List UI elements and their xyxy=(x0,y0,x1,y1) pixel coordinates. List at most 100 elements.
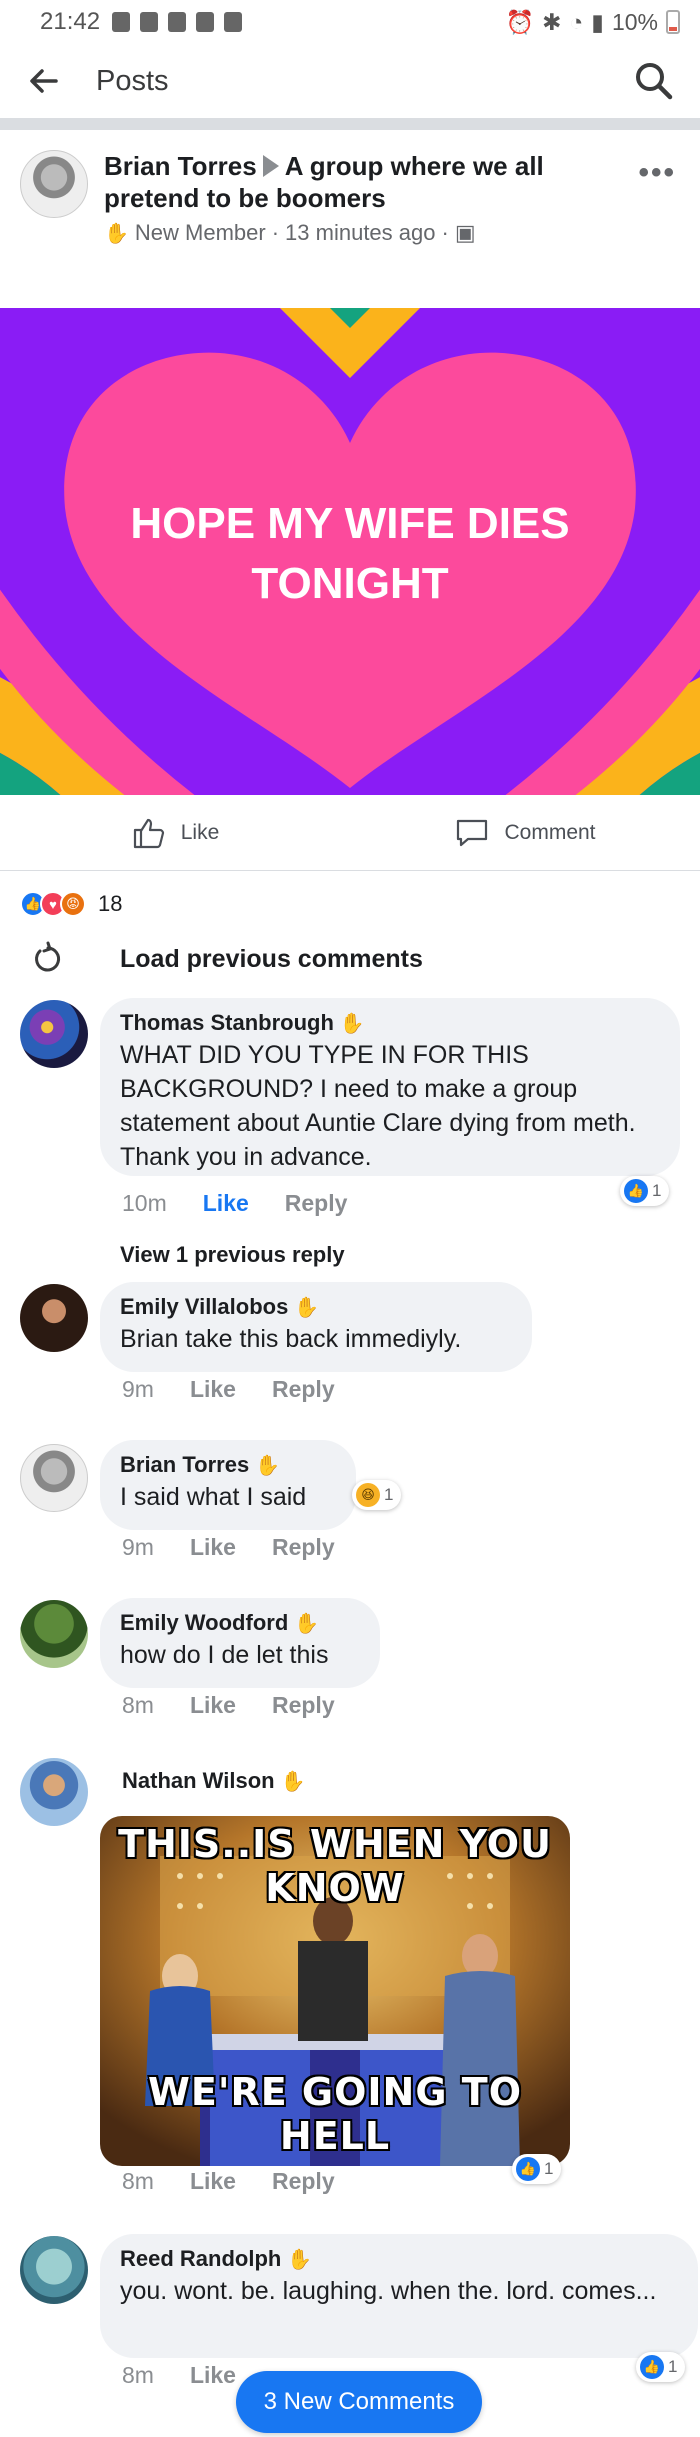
bg-text-line: TONIGHT xyxy=(251,559,449,608)
reaction-count: 1 xyxy=(652,1181,662,1200)
arrow-right-icon xyxy=(262,155,279,177)
comment-actions: 8m Like Reply xyxy=(122,2168,335,2195)
comment-text: how do I de let this xyxy=(120,1641,329,1669)
load-previous-comments[interactable]: Load previous comments xyxy=(0,925,700,993)
meme-bottom-text: WE'RE GOING TO HELL xyxy=(147,2070,523,2158)
commenter-avatar[interactable] xyxy=(20,2236,88,2304)
comment-reply-button[interactable]: Reply xyxy=(272,1692,335,1719)
post-subtitle: ✋ New Member · 13 minutes ago · ▣ xyxy=(104,220,680,246)
thumbs-up-icon xyxy=(133,818,164,848)
comment-like-button[interactable]: Like xyxy=(190,1692,236,1719)
post-time[interactable]: 13 minutes ago xyxy=(285,220,435,246)
comment-time: 9m xyxy=(122,1534,154,1560)
comment-like-button[interactable]: Like xyxy=(190,1534,236,1561)
commenter-avatar[interactable] xyxy=(20,1600,88,1668)
commenter-name[interactable]: Emily Woodford xyxy=(120,1610,288,1636)
view-previous-reply[interactable]: View 1 previous reply xyxy=(120,1242,345,1268)
back-arrow-icon[interactable] xyxy=(24,61,64,101)
more-options-icon[interactable]: ••• xyxy=(638,156,676,190)
comment-actions: 9m Like Reply xyxy=(122,1534,335,1561)
post-header: Brian Torres A group where we all pretend… xyxy=(0,130,700,308)
commenter-name[interactable]: Brian Torres xyxy=(120,1452,249,1478)
comment-reaction-badge[interactable]: 👍 1 xyxy=(620,1176,670,1206)
post-title[interactable]: Brian Torres A group where we all pretend… xyxy=(104,150,680,214)
notification-icon xyxy=(196,12,215,32)
top-bar: Posts xyxy=(0,44,700,130)
comment-bubble[interactable]: Reed Randolph ✋ you. wont. be. laughing. … xyxy=(100,2234,698,2358)
like-reaction-icon: 👍 xyxy=(516,2157,540,2181)
comment-actions: 9m Like Reply xyxy=(122,1376,335,1403)
page-title: Posts xyxy=(96,64,169,97)
notification-icons xyxy=(112,12,243,32)
commenter-avatar[interactable] xyxy=(20,1284,88,1352)
post-author[interactable]: Brian Torres xyxy=(104,151,257,181)
image-icon xyxy=(224,12,243,32)
reaction-count: 18 xyxy=(98,891,123,916)
comment-reply-button[interactable]: Reply xyxy=(272,2168,335,2195)
wave-icon: ✋ xyxy=(294,1612,320,1635)
like-label: Like xyxy=(180,820,220,844)
comment-like-button[interactable]: Like xyxy=(190,2362,236,2389)
reaction-summary[interactable]: 👍 ♥ 😡 18 xyxy=(0,871,700,925)
comment-reaction-badge[interactable]: 👍 1 xyxy=(512,2154,562,2184)
comment-bubble[interactable]: Brian Torres ✋ I said what I said xyxy=(100,1440,356,1530)
comment-meme-image[interactable]: THIS..IS WHEN YOU KNOW WE'RE GOING TO HE… xyxy=(100,1816,570,2166)
comment-reaction-badge[interactable]: 😆 1 xyxy=(352,1480,402,1510)
comment-bubble[interactable]: Emily Woodford ✋ how do I de let this xyxy=(100,1598,380,1688)
meme-top-text: THIS..IS WHEN YOU KNOW xyxy=(118,1822,552,1910)
wave-icon: ✋ xyxy=(294,1296,320,1319)
load-previous-label: Load previous comments xyxy=(120,944,423,973)
wifi-icon: ◔ xyxy=(569,8,584,35)
angry-reaction-icon: 😡 xyxy=(60,891,86,917)
author-avatar[interactable] xyxy=(20,150,88,218)
comment-label: Comment xyxy=(504,820,596,844)
notification-icon xyxy=(140,12,159,32)
commenter-name[interactable]: Nathan Wilson xyxy=(122,1768,275,1794)
new-comments-button[interactable]: 3 New Comments xyxy=(236,2371,482,2433)
comment-time: 8m xyxy=(122,2168,154,2194)
comment-bubble[interactable]: Thomas Stanbrough ✋ WHAT DID YOU TYPE IN … xyxy=(100,998,680,1176)
comment-time: 8m xyxy=(122,1692,154,1718)
status-time: 21:42 xyxy=(40,8,101,35)
notification-icon xyxy=(168,12,187,32)
alarm-icon: ⏰ xyxy=(505,8,535,35)
alert-icon xyxy=(112,12,131,32)
wave-icon: ✋ xyxy=(339,1012,365,1035)
comment-button[interactable]: Comment xyxy=(350,795,700,870)
bg-text-line: HOPE MY WIFE DIES xyxy=(130,499,570,548)
commenter-name[interactable]: Emily Villalobos xyxy=(120,1294,288,1320)
commenter-name[interactable]: Thomas Stanbrough xyxy=(120,1010,334,1036)
like-reaction-icon: 👍 xyxy=(624,1179,648,1203)
comment-bubble[interactable]: Emily Villalobos ✋ Brian take this back i… xyxy=(100,1282,532,1372)
comment-time: 8m xyxy=(122,2362,154,2388)
comment-reply-button[interactable]: Reply xyxy=(285,1190,348,1217)
battery-icon xyxy=(666,10,680,34)
wave-icon: ✋ xyxy=(287,2248,313,2271)
comment-like-button[interactable]: Like xyxy=(203,1190,249,1217)
comment-reply-button[interactable]: Reply xyxy=(272,1534,335,1561)
bluetooth-icon: ✱ xyxy=(542,8,562,35)
reaction-count: 1 xyxy=(668,2357,678,2376)
search-icon[interactable] xyxy=(632,59,676,103)
post-actions: Like Comment xyxy=(0,795,700,871)
battery-percent: 10% xyxy=(611,8,658,35)
comment-text: Brian take this back immediyly. xyxy=(120,1325,462,1353)
commenter-avatar[interactable] xyxy=(20,1444,88,1512)
comment-reaction-badge[interactable]: 👍 1 xyxy=(636,2352,686,2382)
commenter-avatar[interactable] xyxy=(20,1758,88,1826)
like-button[interactable]: Like xyxy=(0,795,350,870)
group-privacy-icon: ▣ xyxy=(454,220,476,245)
comment-actions: 8m Like Reply xyxy=(122,1692,335,1719)
commenter-avatar[interactable] xyxy=(20,1000,88,1068)
separator: · xyxy=(441,220,449,245)
wave-icon: ✋ xyxy=(280,1770,306,1793)
comment-like-button[interactable]: Like xyxy=(190,2168,236,2195)
commenter-name[interactable]: Reed Randolph xyxy=(120,2246,281,2272)
comment-text: WHAT DID YOU TYPE IN FOR THIS BACKGROUND… xyxy=(120,1041,636,1171)
reaction-count: 1 xyxy=(544,2159,554,2178)
comment-like-button[interactable]: Like xyxy=(190,1376,236,1403)
comment-icon xyxy=(457,819,488,846)
comment-reply-button[interactable]: Reply xyxy=(272,1376,335,1403)
comment-text: you. wont. be. laughing. when the. lord.… xyxy=(120,2277,657,2305)
status-bar: 21:42 ⏰ ✱ ◔ ▮ 10% xyxy=(0,0,700,44)
